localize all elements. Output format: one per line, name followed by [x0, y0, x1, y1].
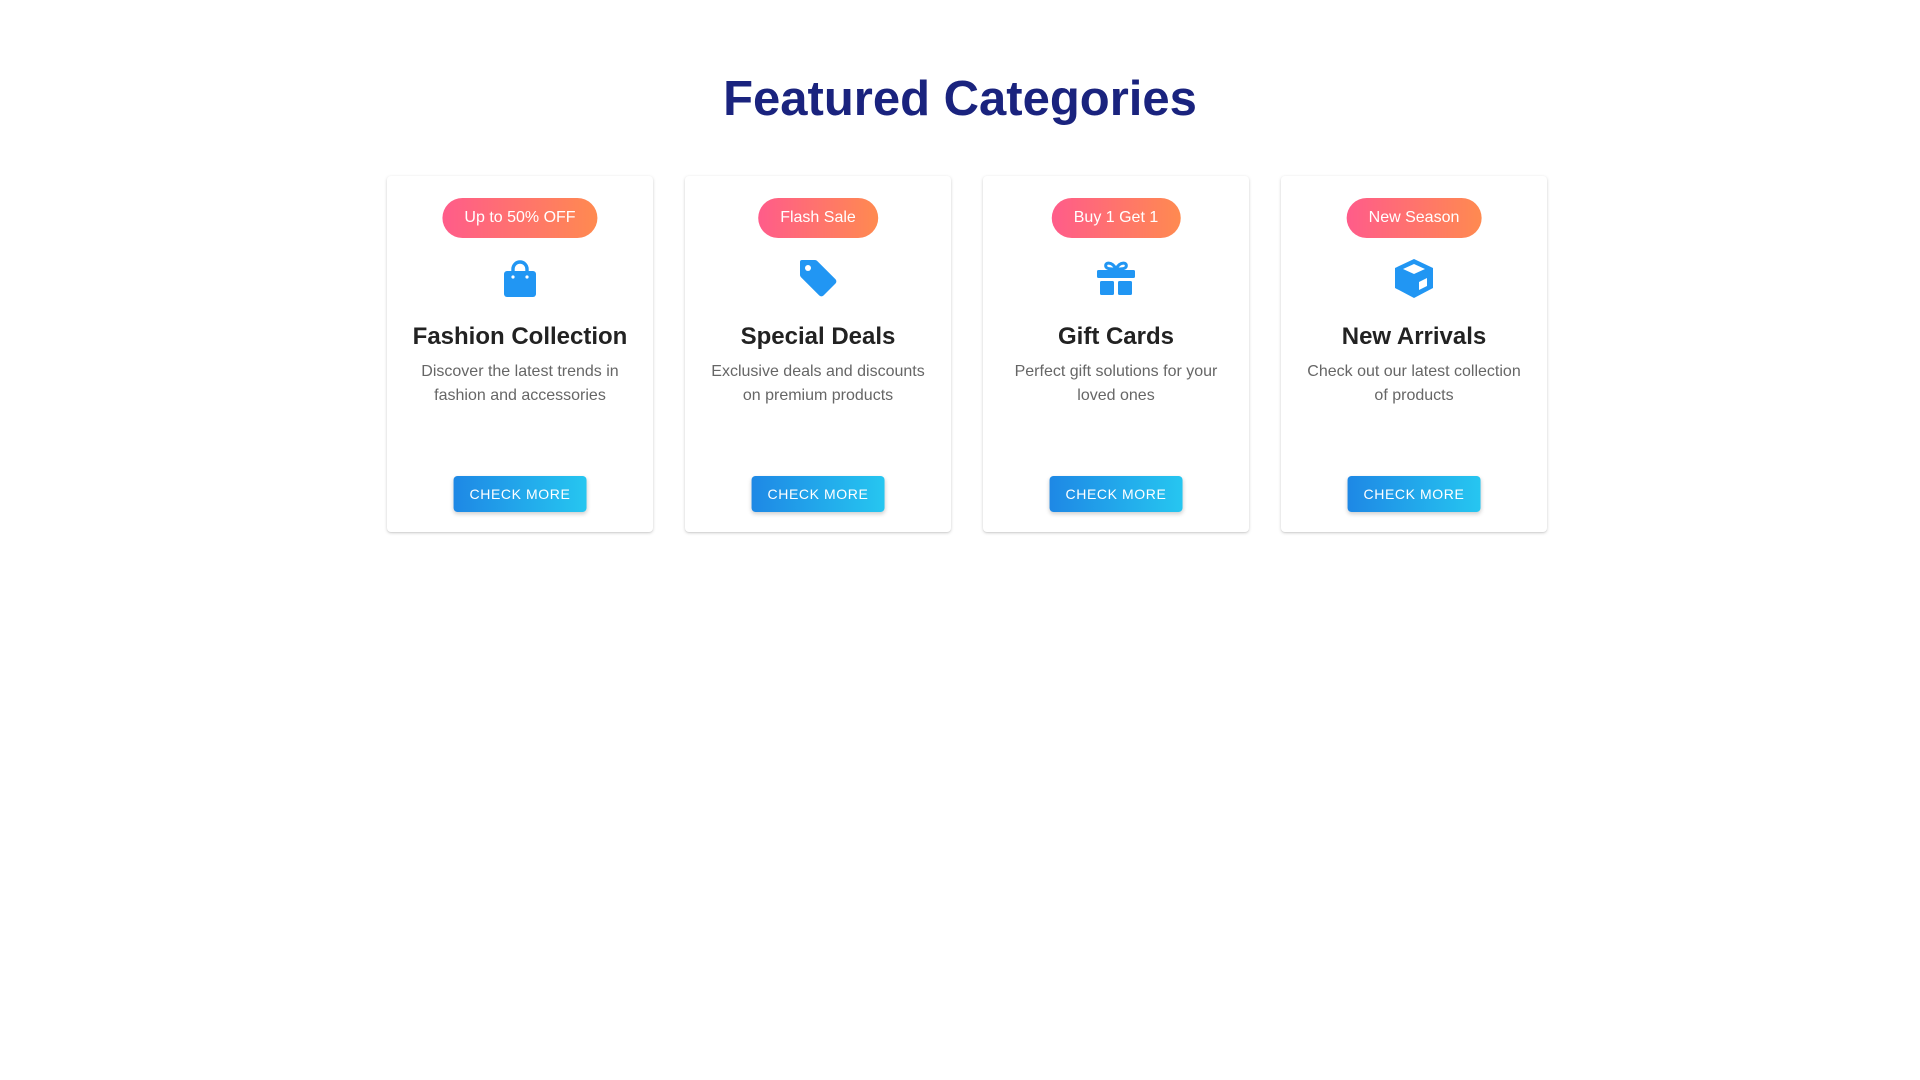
gift-icon — [1094, 256, 1138, 300]
card-title: Special Deals — [740, 323, 896, 350]
promo-badge: New Season — [1346, 198, 1482, 238]
card-title: Gift Cards — [1057, 323, 1174, 350]
category-cards: Up to 50% OFF Fashion Collection Discove… — [387, 176, 1547, 532]
shopping-bag-icon — [498, 256, 542, 300]
card-title: New Arrivals — [1341, 323, 1487, 350]
page-title: Featured Categories — [723, 72, 1197, 126]
check-more-button[interactable]: Check More — [751, 476, 885, 512]
card-description: Perfect gift solutions for your loved on… — [1014, 363, 1218, 404]
tag-icon — [796, 256, 840, 300]
card-special-deals: Flash Sale Special Deals Exclusive deals… — [685, 176, 951, 532]
check-more-button[interactable]: Check More — [1347, 476, 1481, 512]
box-icon — [1392, 256, 1436, 300]
card-new-arrivals: New Season New Arrivals Check out our la… — [1281, 176, 1547, 532]
check-more-button[interactable]: Check More — [1049, 476, 1183, 512]
card-fashion-collection: Up to 50% OFF Fashion Collection Discove… — [387, 176, 653, 532]
card-gift-cards: Buy 1 Get 1 Gift Cards Perfect gift solu… — [983, 176, 1249, 532]
promo-badge: Flash Sale — [758, 198, 878, 238]
promo-badge: Buy 1 Get 1 — [1051, 198, 1181, 238]
card-description: Exclusive deals and discounts on premium… — [711, 363, 925, 404]
check-more-button[interactable]: Check More — [453, 476, 587, 512]
card-description: Discover the latest trends in fashion an… — [421, 363, 619, 404]
card-description: Check out our latest collection of produ… — [1307, 363, 1521, 404]
promo-badge: Up to 50% OFF — [442, 198, 598, 238]
card-title: Fashion Collection — [412, 323, 628, 350]
